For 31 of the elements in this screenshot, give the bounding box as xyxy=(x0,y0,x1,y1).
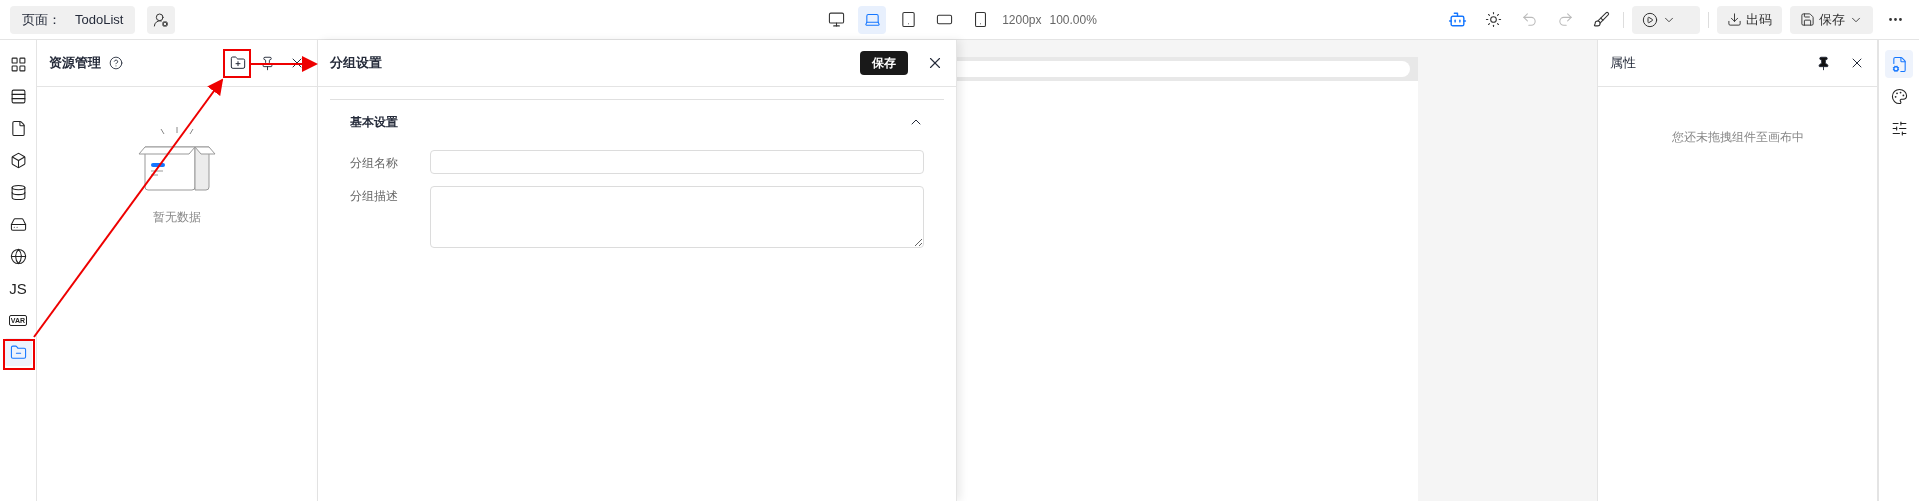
section-title: 基本设置 xyxy=(350,113,398,131)
pin-icon[interactable] xyxy=(260,55,275,71)
help-icon[interactable] xyxy=(109,56,123,70)
zoom-level: 100.00% xyxy=(1049,12,1097,27)
laptop-icon[interactable] xyxy=(858,5,887,34)
preview-button[interactable] xyxy=(1632,5,1700,34)
canvas-width: 1200px xyxy=(1002,12,1042,27)
export-button[interactable]: 出码 xyxy=(1717,5,1782,34)
pin-icon[interactable] xyxy=(1816,55,1831,71)
add-folder-icon[interactable] xyxy=(230,55,246,71)
panel-title: 属性 xyxy=(1610,54,1636,72)
save-button[interactable]: 保存 xyxy=(1790,5,1873,34)
save-icon xyxy=(1800,12,1815,27)
props-icon[interactable] xyxy=(1885,50,1913,78)
save-button[interactable]: 保存 xyxy=(860,51,908,75)
highlight-frame xyxy=(3,339,35,370)
name-field[interactable] xyxy=(430,150,924,174)
page-selector[interactable]: 页面： TodoList xyxy=(10,5,136,34)
description-field[interactable] xyxy=(430,186,924,248)
field-label: 分组名称 xyxy=(350,154,399,172)
highlight-frame xyxy=(223,49,251,78)
panel-title: 资源管理 xyxy=(49,54,101,72)
field-label: 分组描述 xyxy=(350,188,399,205)
empty-text: 暂无数据 xyxy=(153,209,201,226)
play-icon xyxy=(1642,11,1658,28)
download-icon xyxy=(1727,12,1742,27)
user-settings-icon[interactable] xyxy=(147,5,176,34)
empty-text: 您还未拖拽组件至画布中 xyxy=(1671,129,1804,146)
rail-button[interactable]: JS xyxy=(4,274,32,302)
arrow xyxy=(250,56,318,72)
panel-title: 分组设置 xyxy=(330,54,382,72)
